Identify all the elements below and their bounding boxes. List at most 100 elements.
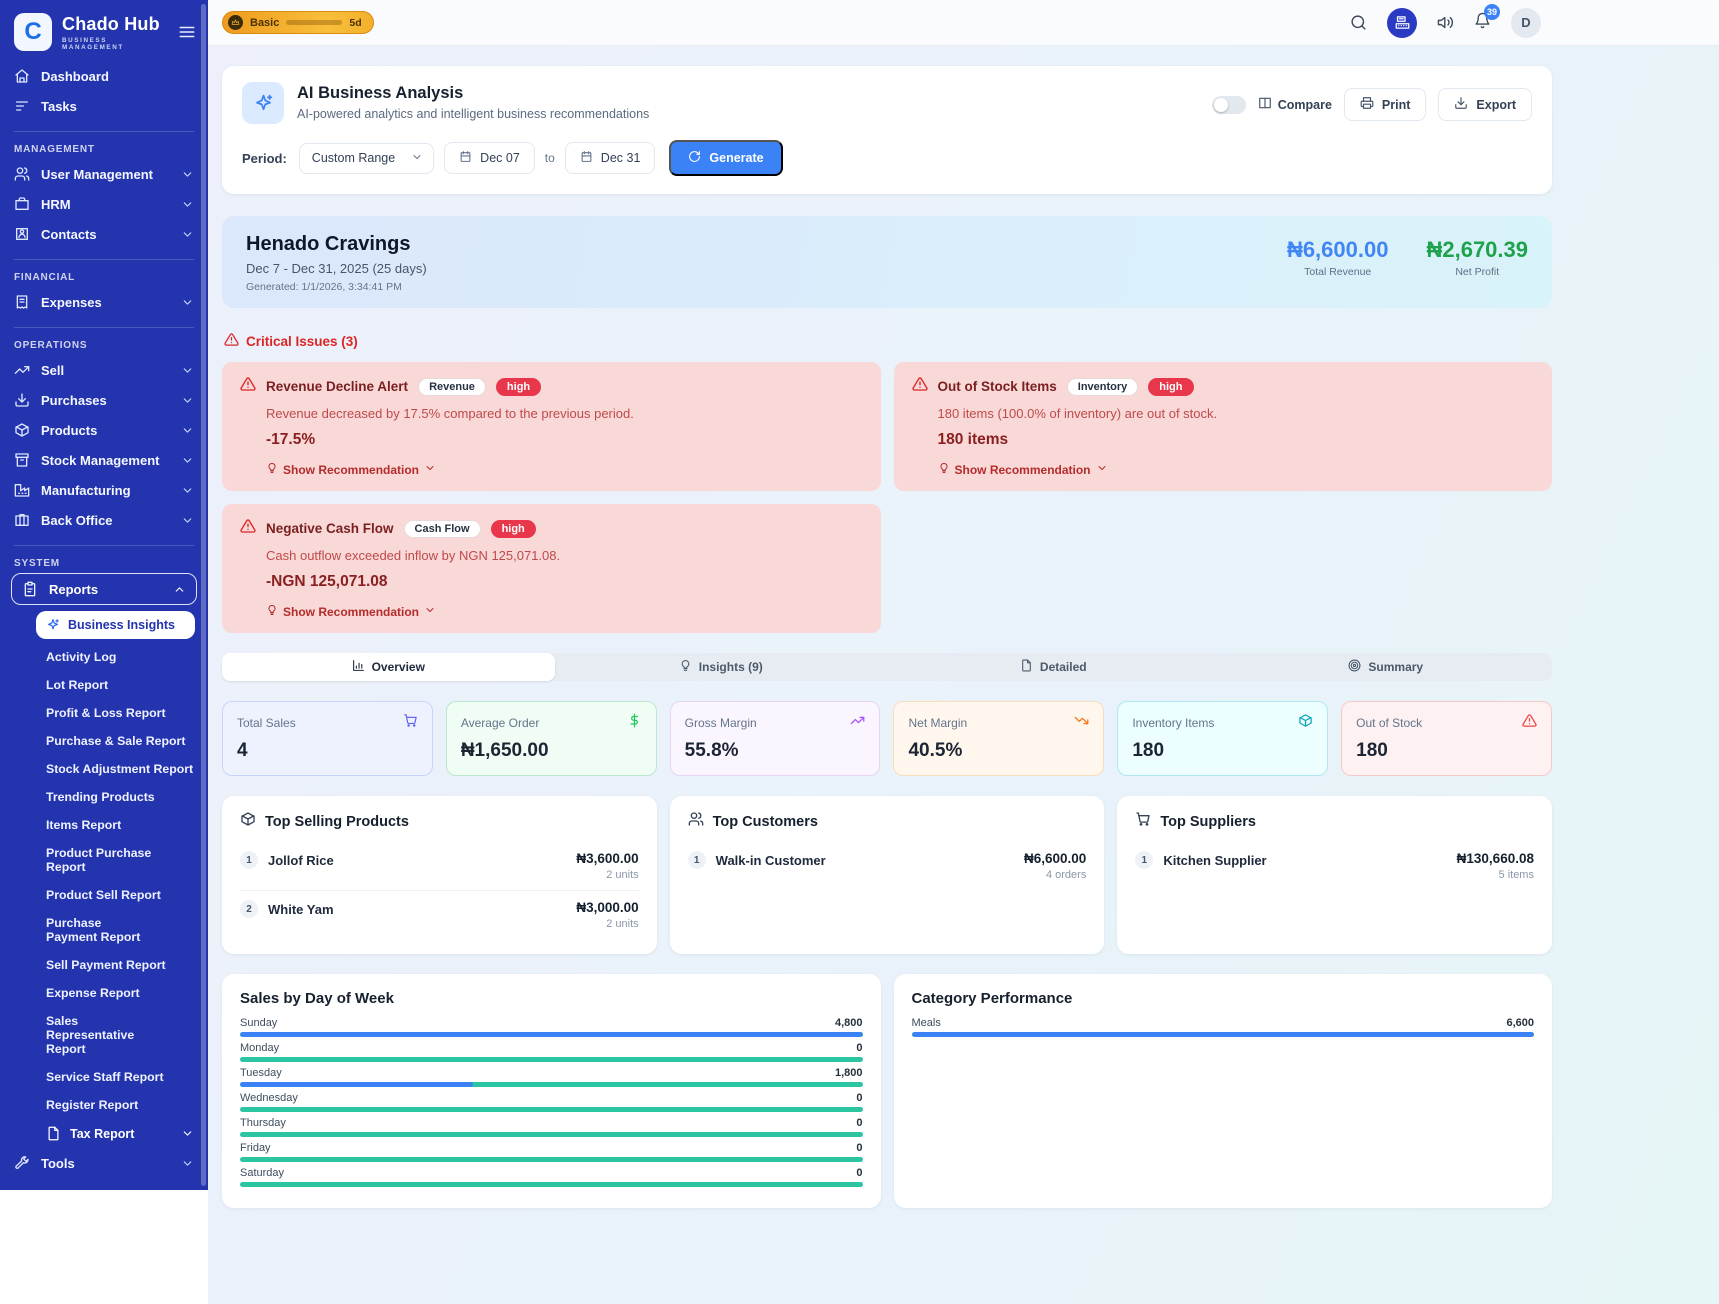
sidebar-item-stock-management[interactable]: Stock Management	[0, 445, 208, 475]
chart-value-label: 0	[856, 1092, 862, 1104]
notifications-button[interactable]: 39	[1474, 12, 1491, 34]
chevron-up-icon	[173, 583, 186, 596]
item-subtext: 2 units	[576, 918, 638, 930]
sidebar-subitem-activity-log[interactable]: Activity Log	[0, 643, 208, 671]
compare-label: Compare	[1278, 98, 1332, 112]
sidebar-subitem-register-report[interactable]: Register Report	[0, 1091, 208, 1119]
list-title: Top Suppliers	[1160, 814, 1256, 830]
sidebar-item-back-office[interactable]: Back Office	[0, 505, 208, 535]
item-value: ₦3,000.00	[576, 900, 638, 915]
sidebar-item-manufacturing[interactable]: Manufacturing	[0, 475, 208, 505]
item-subtext: 5 items	[1457, 869, 1534, 881]
metric-label: Inventory Items	[1132, 716, 1214, 730]
sidebar-subitem-purchase-payment-report[interactable]: Purchase Payment Report	[0, 909, 168, 951]
date-to-input[interactable]: Dec 31	[565, 142, 656, 174]
compare-label-group[interactable]: Compare	[1258, 96, 1332, 113]
sidebar-footer	[0, 1178, 208, 1190]
pos-register-button[interactable]	[1387, 8, 1417, 38]
sidebar-subitem-product-sell-report[interactable]: Product Sell Report	[0, 881, 208, 909]
hamburger-menu-icon[interactable]	[178, 23, 196, 41]
chevron-down-icon	[181, 454, 194, 467]
sidebar-item-hrm[interactable]: HRM	[0, 189, 208, 219]
printer-icon	[1360, 96, 1374, 113]
sidebar-item-reports[interactable]: Reports	[11, 573, 197, 605]
sidebar-item-dashboard[interactable]: Dashboard	[0, 61, 208, 91]
sidebar-subitem-sell-payment-report[interactable]: Sell Payment Report	[0, 951, 208, 979]
avatar[interactable]: D	[1511, 8, 1541, 38]
sidebar-subitem-lot-report[interactable]: Lot Report	[0, 671, 208, 699]
sidebar-item-user-management[interactable]: User Management	[0, 159, 208, 189]
metric-card-gross-margin: Gross Margin 55.8%	[670, 701, 881, 776]
sidebar-subitem-service-staff-report[interactable]: Service Staff Report	[0, 1063, 208, 1091]
chart-value-label: 0	[856, 1042, 862, 1054]
chart-row-saturday: Saturday 0	[240, 1167, 863, 1187]
sidebar-scrollbar[interactable]	[201, 4, 206, 1186]
sparkles-icon	[242, 82, 284, 124]
print-button[interactable]: Print	[1344, 88, 1426, 121]
sidebar-subitem-sales-representative-report[interactable]: Sales Representative Report	[0, 1007, 168, 1063]
period-range-select[interactable]: Custom Range	[299, 143, 434, 174]
report-tabs: Overview Insights (9) Detailed Summary	[222, 653, 1552, 681]
sidebar-item-tools[interactable]: Tools	[0, 1148, 208, 1178]
rank-badge: 1	[1135, 851, 1153, 869]
tab-detailed[interactable]: Detailed	[887, 653, 1220, 681]
sidebar-subitem-stock-adjustment-report[interactable]: Stock Adjustment Report	[0, 755, 208, 783]
tab-overview[interactable]: Overview	[222, 653, 555, 681]
plan-badge[interactable]: Basic 5d	[222, 11, 374, 34]
report-period: Dec 7 - Dec 31, 2025 (25 days)	[246, 261, 427, 276]
sidebar-subitem-tax-report[interactable]: Tax Report	[0, 1119, 208, 1148]
box-icon	[14, 422, 30, 438]
metric-label: Average Order	[461, 716, 540, 730]
sidebar-item-purchases[interactable]: Purchases	[0, 385, 208, 415]
alert-value: -NGN 125,071.08	[266, 573, 863, 591]
metric-value: 180	[1356, 740, 1537, 762]
sidebar-item-expenses[interactable]: Expenses	[0, 287, 208, 317]
sidebar-item-sell[interactable]: Sell	[0, 355, 208, 385]
date-from-input[interactable]: Dec 07	[444, 142, 535, 174]
sidebar-subitem-business-insights[interactable]: Business Insights	[36, 611, 195, 639]
show-recommendation-link[interactable]: Show Recommendation	[938, 462, 1535, 477]
search-icon[interactable]	[1350, 14, 1367, 31]
sidebar-subitem-trending-products[interactable]: Trending Products	[0, 783, 208, 811]
sidebar-subitem-items-report[interactable]: Items Report	[0, 811, 208, 839]
bar-fill	[240, 1032, 863, 1037]
sidebar-subitem-product-purchase-report[interactable]: Product Purchase Report	[0, 839, 208, 881]
sidebar-item-label: Purchases	[41, 393, 107, 408]
sidebar-subitem-expense-report[interactable]: Expense Report	[0, 979, 208, 1007]
list-item[interactable]: 1 Jollof Rice ₦3,600.00 2 units	[240, 842, 639, 890]
item-name: Walk-in Customer	[716, 853, 826, 868]
chart-category-label: Friday	[240, 1142, 271, 1154]
alert-value: 180 items	[938, 431, 1535, 449]
sidebar-item-label: Contacts	[41, 227, 97, 242]
alert-title: Revenue Decline Alert	[266, 379, 408, 394]
plan-days-left: 5d	[349, 17, 361, 29]
item-subtext: 2 units	[576, 869, 638, 881]
show-recommendation-link[interactable]: Show Recommendation	[266, 604, 863, 619]
sidebar-subitem-purchase-sale-report[interactable]: Purchase & Sale Report	[0, 727, 208, 755]
show-recommendation-link[interactable]: Show Recommendation	[266, 462, 863, 477]
metric-value: 40.5%	[908, 740, 1089, 762]
refresh-icon	[688, 150, 701, 166]
sidebar-item-tasks[interactable]: Tasks	[0, 91, 208, 121]
chart-category-label: Sunday	[240, 1017, 277, 1029]
compare-toggle[interactable]	[1212, 96, 1246, 114]
list-item[interactable]: 1 Kitchen Supplier ₦130,660.08 5 items	[1135, 842, 1534, 890]
generate-button[interactable]: Generate	[669, 140, 782, 176]
metric-value: 55.8%	[685, 740, 866, 762]
volume-icon[interactable]	[1437, 14, 1454, 31]
tab-insights-9[interactable]: Insights (9)	[555, 653, 888, 681]
export-button[interactable]: Export	[1438, 88, 1532, 121]
brand-logo: C	[14, 13, 52, 51]
sidebar-item-products[interactable]: Products	[0, 415, 208, 445]
list-title: Top Selling Products	[265, 814, 409, 830]
chevron-down-icon	[181, 168, 194, 181]
bulb-icon	[679, 659, 692, 675]
list-item[interactable]: 2 White Yam ₦3,000.00 2 units	[240, 890, 639, 939]
list-item[interactable]: 1 Walk-in Customer ₦6,600.00 4 orders	[688, 842, 1087, 890]
list-title: Top Customers	[713, 814, 818, 830]
sidebar-item-contacts[interactable]: Contacts	[0, 219, 208, 249]
sidebar-item-label: Sell	[41, 363, 64, 378]
chart-value-label: 0	[856, 1117, 862, 1129]
sidebar-subitem-profit-loss-report[interactable]: Profit & Loss Report	[0, 699, 208, 727]
tab-summary[interactable]: Summary	[1220, 653, 1553, 681]
